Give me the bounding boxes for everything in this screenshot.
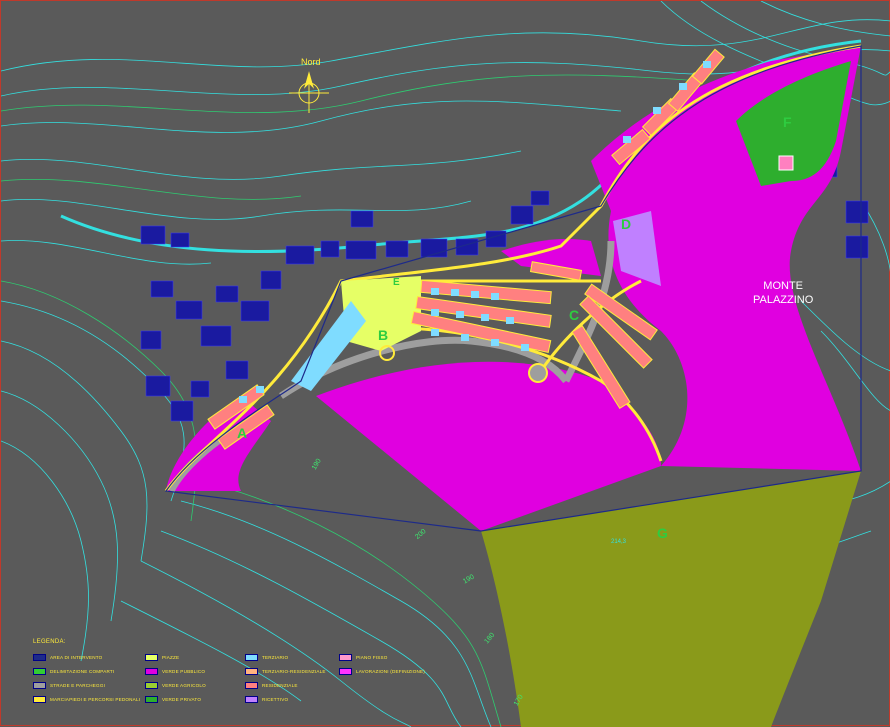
legend-item: AREA DI INTERVENTO: [33, 653, 102, 661]
legend-swatch: [33, 681, 46, 689]
elevation-label: 214,3: [611, 539, 627, 545]
zone-letter-c: C: [569, 307, 580, 323]
legend-label: PIAZZE: [162, 654, 180, 660]
legend-item: TERZIARIO-RESIDENZIALE: [245, 667, 326, 675]
legend: LEGENDA: AREA DI INTERVENTO DELIMITAZIONE…: [33, 639, 453, 719]
legend-swatch: [145, 667, 158, 675]
legend-label: DELIMITAZIONE COMPARTI: [50, 668, 115, 674]
private-house: [778, 155, 794, 171]
legend-item: PIAZZE: [145, 653, 179, 661]
legend-item: VERDE PUBBLICO: [145, 667, 205, 675]
legend-swatch: [33, 695, 46, 703]
legend-label: VERDE PRIVATO: [162, 696, 202, 702]
zone-letter-b: B: [378, 327, 389, 343]
map-canvas: [1, 1, 890, 727]
legend-label: LAVORAZIONI (DEFINIZIONE): [356, 668, 425, 674]
legend-item: PIANO FISSO: [339, 653, 388, 661]
legend-label: VERDE AGRICOLO: [162, 682, 206, 688]
site-plan-map: Nord MONTE PALAZZINO A B C D E F G 200 1…: [0, 0, 890, 727]
zone-letter-a: A: [237, 425, 248, 441]
legend-title: LEGENDA:: [33, 639, 66, 645]
legend-item: VERDE PRIVATO: [145, 695, 201, 703]
legend-item: DELIMITAZIONE COMPARTI: [33, 667, 114, 675]
legend-item: RICETTIVO: [245, 695, 288, 703]
legend-item: STRADE E PARCHEGGI: [33, 681, 105, 689]
legend-swatch: [145, 695, 158, 703]
legend-label: MARCIAPIEDI E PERCORSI PEDONALI: [50, 696, 141, 702]
legend-label: AREA DI INTERVENTO: [50, 654, 103, 660]
legend-label: RESIDENZIALE: [262, 682, 298, 688]
legend-swatch: [33, 653, 46, 661]
roundabout-central: [528, 363, 548, 383]
legend-swatch: [33, 667, 46, 675]
legend-item: VERDE AGRICOLO: [145, 681, 206, 689]
zone-letter-e: E: [393, 277, 400, 288]
legend-item: LAVORAZIONI (DEFINIZIONE): [339, 667, 425, 675]
legend-label: PIANO FISSO: [356, 654, 388, 660]
legend-swatch: [245, 653, 258, 661]
legend-swatch: [339, 667, 352, 675]
zone-letter-g: G: [657, 525, 668, 541]
legend-label: RICETTIVO: [262, 696, 289, 702]
legend-label: TERZIARIO-RESIDENZIALE: [262, 668, 326, 674]
legend-label: STRADE E PARCHEGGI: [50, 682, 106, 688]
legend-swatch: [245, 667, 258, 675]
legend-item: TERZIARIO: [245, 653, 288, 661]
legend-swatch: [339, 653, 352, 661]
legend-label: VERDE PUBBLICO: [162, 668, 206, 674]
legend-swatch: [145, 653, 158, 661]
legend-item: RESIDENZIALE: [245, 681, 298, 689]
zone-letter-f: F: [783, 114, 792, 130]
legend-item: MARCIAPIEDI E PERCORSI PEDONALI: [33, 695, 140, 703]
zone-letter-d: D: [621, 216, 632, 232]
north-arrow-icon: [289, 71, 329, 113]
legend-swatch: [145, 681, 158, 689]
legend-swatch: [245, 681, 258, 689]
legend-swatch: [245, 695, 258, 703]
legend-label: TERZIARIO: [262, 654, 289, 660]
